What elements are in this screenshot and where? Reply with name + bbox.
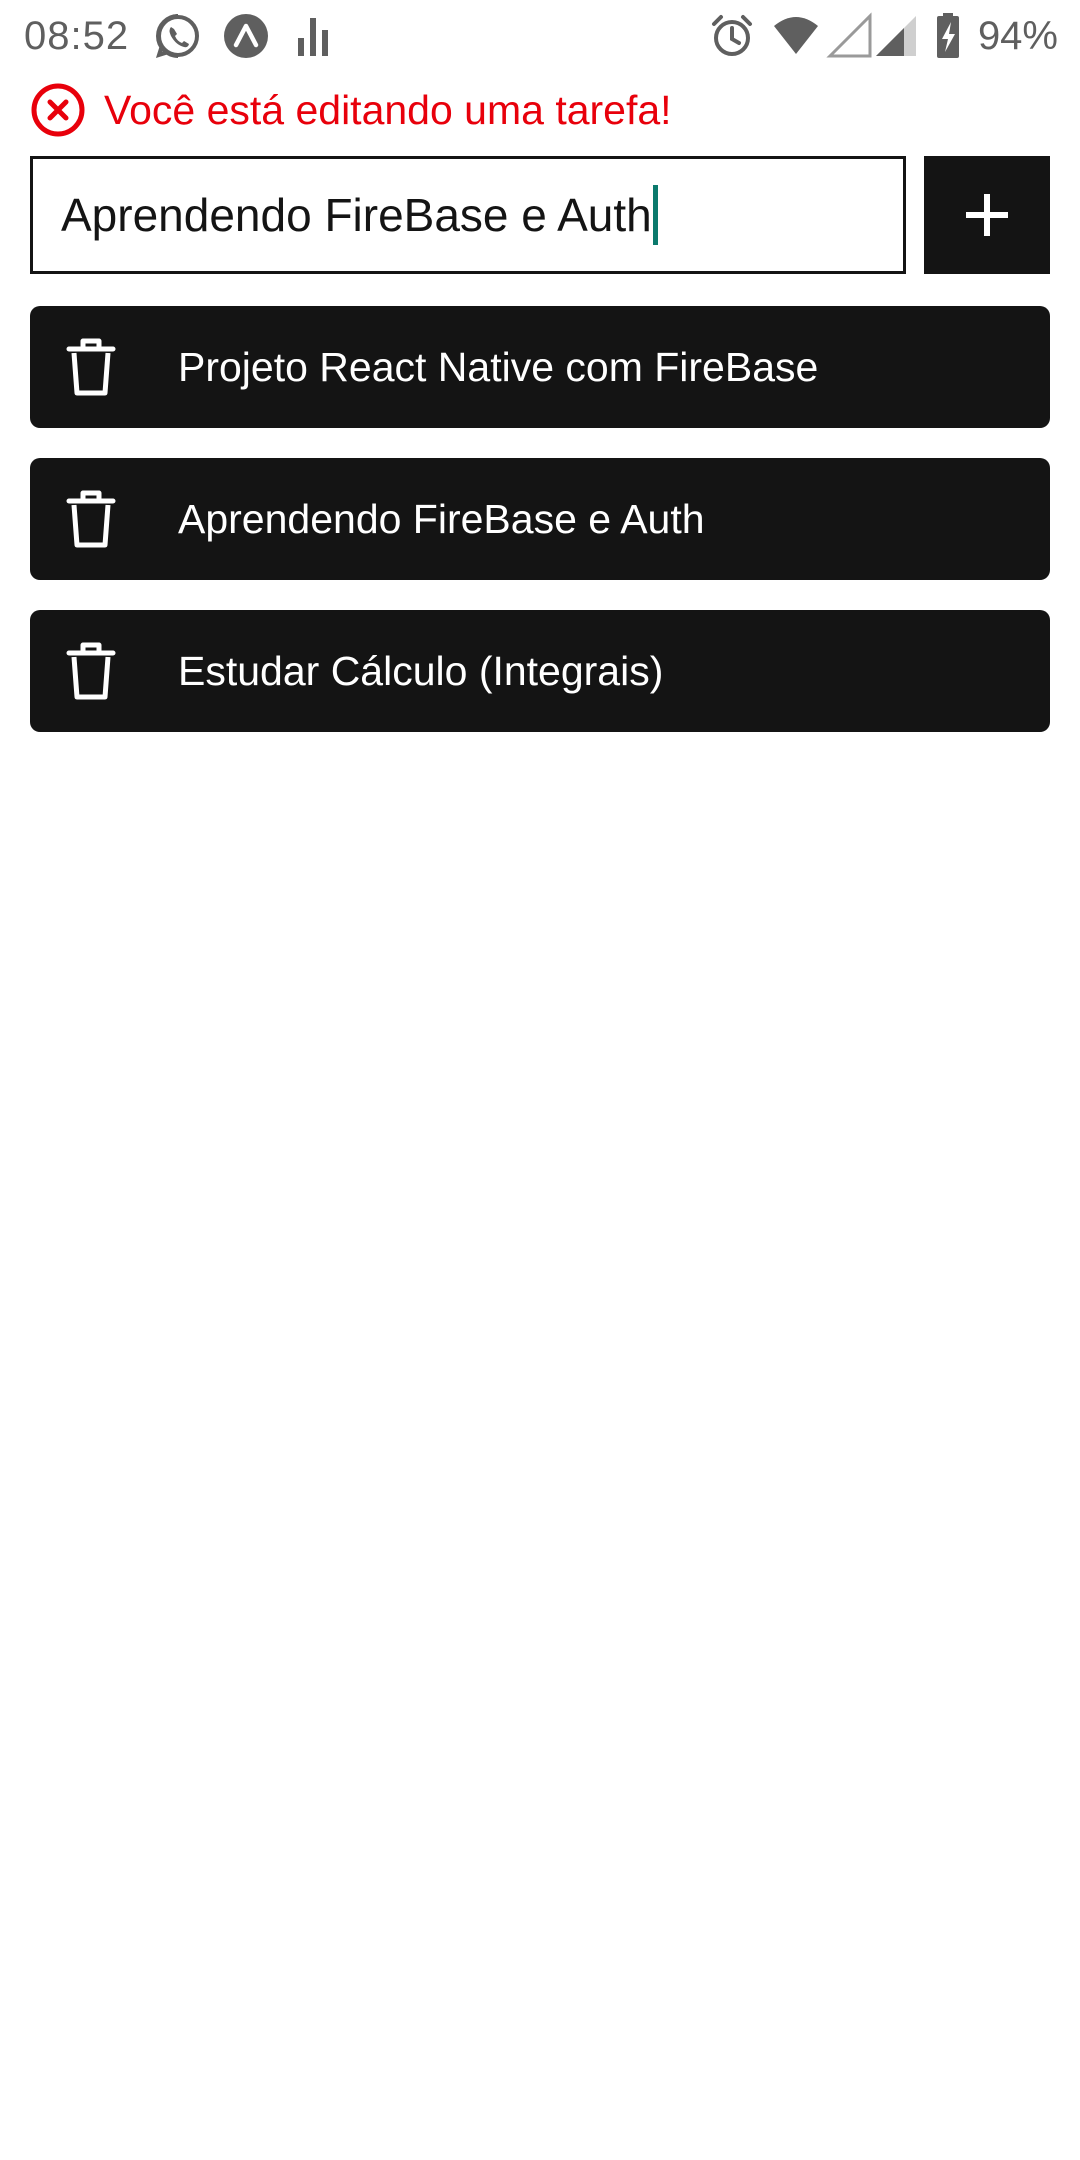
- alarm-icon: [712, 15, 752, 56]
- wifi-icon: [774, 17, 818, 54]
- add-task-button[interactable]: [924, 156, 1050, 274]
- task-label: Projeto React Native com FireBase: [178, 344, 819, 390]
- signal-bars-icon: [298, 18, 328, 56]
- text-caret: [652, 185, 658, 245]
- plus-icon: [966, 194, 1008, 236]
- expo-icon: [224, 14, 268, 58]
- battery-charging-icon: [937, 13, 959, 58]
- task-item[interactable]: Estudar Cálculo (Integrais): [30, 610, 1050, 732]
- trash-icon: [66, 642, 116, 700]
- cell-signal-icon: [876, 16, 916, 56]
- task-input-value[interactable]: Aprendendo FireBase e Auth: [61, 185, 652, 245]
- task-item[interactable]: Projeto React Native com FireBase: [30, 306, 1050, 428]
- trash-icon: [66, 490, 116, 548]
- delete-task-button[interactable]: [62, 639, 120, 703]
- app-screen: 08:52 94% Você está editando uma tarefa!…: [0, 0, 1080, 2160]
- status-bar: 08:52 94%: [0, 0, 1080, 72]
- battery-percent: 94%: [977, 14, 1058, 58]
- trash-icon: [66, 338, 116, 396]
- task-item[interactable]: Aprendendo FireBase e Auth: [30, 458, 1050, 580]
- cancel-edit-icon[interactable]: [30, 82, 86, 138]
- task-input[interactable]: Aprendendo FireBase e Auth: [30, 156, 906, 274]
- task-label: Aprendendo FireBase e Auth: [178, 496, 705, 542]
- cell-signal-empty-icon: [826, 12, 872, 58]
- status-time: 08:52: [24, 14, 130, 58]
- delete-task-button[interactable]: [62, 335, 120, 399]
- whatsapp-icon: [155, 14, 199, 59]
- edit-mode-banner: Você está editando uma tarefa!: [30, 80, 672, 140]
- delete-task-button[interactable]: [62, 487, 120, 551]
- task-list: Projeto React Native com FireBase Aprend…: [30, 306, 1050, 762]
- edit-mode-message: Você está editando uma tarefa!: [104, 87, 672, 133]
- task-label: Estudar Cálculo (Integrais): [178, 648, 664, 694]
